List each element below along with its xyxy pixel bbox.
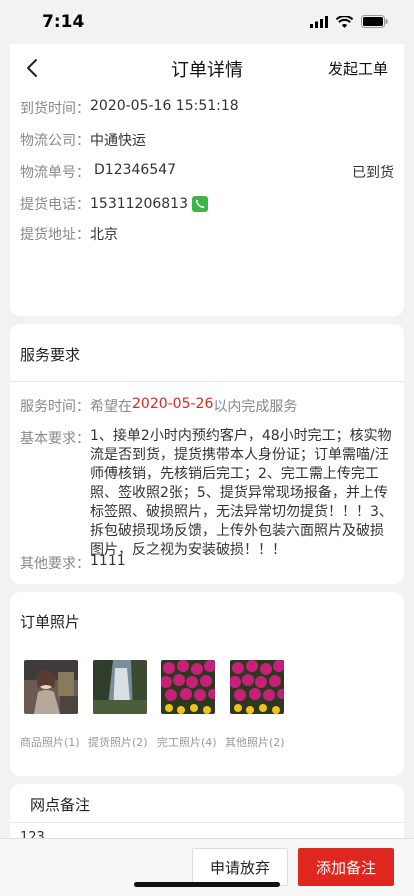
other-req-label: 其他要求： [20, 556, 90, 572]
phone-row: 提货电话： 15311206813 [20, 194, 394, 214]
apply-giveup-button[interactable]: 申请放弃 [192, 848, 288, 886]
nav-bar: 订单详情 发起工单 [0, 44, 414, 92]
basic-req-row: 基本要求： 1、接单2小时内预约客户，48小时完工；核实物流是否到货，提货携带本… [20, 428, 394, 560]
service-title: 服务要求 [20, 346, 81, 364]
service-time-label: 服务时间： [20, 399, 90, 415]
service-time-suffix: 以内完成服务 [213, 399, 298, 415]
wifi-icon [336, 15, 353, 28]
address-row: 提货地址： 北京 [20, 224, 394, 244]
service-time-prefix: 希望在 [90, 399, 132, 415]
tracking-value[interactable]: D12346547 [94, 162, 176, 182]
tracking-status: 已到货 [352, 165, 394, 181]
notes-divider [10, 822, 404, 823]
signal-icon [310, 15, 328, 28]
status-time: 7:14 [42, 12, 85, 32]
home-indicator [134, 882, 280, 887]
other-photo-thumbnail[interactable] [230, 660, 284, 714]
arrival-row: 到货时间： 2020-05-16 15:51:18 [20, 98, 394, 118]
arrival-label: 到货时间： [20, 101, 90, 117]
arrival-value: 2020-05-16 15:51:18 [90, 98, 239, 114]
other-req-value: 1111 [90, 553, 126, 569]
basic-req-value: 1、接单2小时内预约客户，48小时完工；核实物流是否到货，提货携带本人身份证；订… [90, 428, 393, 558]
product-photo-thumbnail[interactable] [24, 660, 78, 714]
service-time-row: 服务时间： 希望在 2020-05-26 以内完成服务 [20, 396, 394, 416]
tracking-label: 物流单号： [20, 165, 90, 181]
pickup-photo-thumbnail[interactable] [93, 660, 147, 714]
completion-photo-thumbnail[interactable] [161, 660, 215, 714]
product-photo-label: 商品照片(1) [20, 736, 80, 749]
phone-value[interactable]: 15311206813 [90, 196, 188, 212]
photos-title: 订单照片 [20, 613, 81, 631]
company-label: 物流公司： [20, 133, 90, 149]
other-photo-label: 其他照片(2) [225, 736, 285, 749]
service-time-date: 2020-05-26 [132, 396, 214, 412]
notes-title: 网点备注 [30, 796, 91, 814]
create-ticket-button[interactable]: 发起工单 [328, 58, 388, 79]
address-value: 北京 [90, 227, 118, 243]
pickup-photo-label: 提货照片(2) [88, 736, 148, 749]
bottom-action-bar: 申请放弃 添加备注 [0, 838, 414, 896]
status-icons [310, 15, 388, 28]
other-req-row: 其他要求： 1111 [20, 553, 394, 573]
company-row: 物流公司： 中通快运 [20, 130, 394, 150]
service-divider [10, 381, 404, 382]
phone-call-icon[interactable] [191, 196, 208, 212]
completion-photo-label: 完工照片(4) [157, 736, 217, 749]
address-label: 提货地址： [20, 227, 90, 243]
battery-icon [361, 15, 388, 28]
add-note-button[interactable]: 添加备注 [298, 848, 394, 886]
status-bar: 7:14 [0, 0, 414, 44]
company-value: 中通快运 [90, 133, 146, 149]
notes-text: 123 [20, 831, 45, 838]
tracking-row: 物流单号： D12346547 已到货 [20, 162, 394, 182]
basic-req-label: 基本要求： [20, 431, 90, 447]
phone-label: 提货电话： [20, 197, 90, 213]
